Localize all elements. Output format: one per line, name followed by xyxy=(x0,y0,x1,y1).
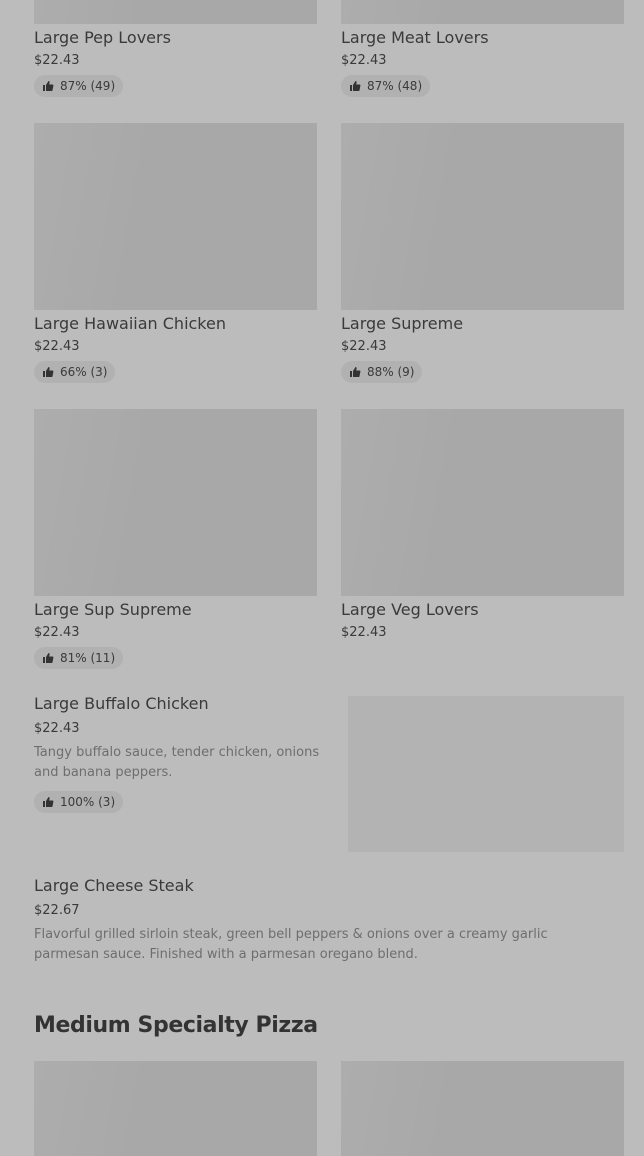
item-image xyxy=(341,1061,624,1156)
thumbs-up-icon xyxy=(43,653,54,663)
menu-item-large-buffalo-chicken[interactable]: Large Buffalo Chicken $22.43 Tangy buffa… xyxy=(34,694,624,854)
item-name: Large Veg Lovers xyxy=(341,600,479,619)
thumbs-up-icon xyxy=(43,367,54,377)
item-name: Large Buffalo Chicken xyxy=(34,694,209,713)
rating-badge: 87% (48) xyxy=(341,75,431,97)
item-name: Large Meat Lovers xyxy=(341,28,489,47)
item-price: $22.43 xyxy=(34,721,80,736)
item-image xyxy=(34,123,317,310)
item-price: $22.43 xyxy=(341,625,387,640)
item-description: Flavorful grilled sirloin steak, green b… xyxy=(34,927,548,962)
item-name: Large Hawaiian Chicken xyxy=(34,314,226,333)
thumbs-up-icon xyxy=(43,797,54,807)
thumbs-up-icon xyxy=(350,81,361,91)
rating-badge: 87% (49) xyxy=(34,75,124,97)
item-image xyxy=(341,409,624,596)
item-image xyxy=(348,696,624,852)
item-image xyxy=(34,409,317,596)
item-price: $22.43 xyxy=(341,53,387,68)
item-description: Tangy buffalo sauce, tender chicken, oni… xyxy=(34,745,320,780)
item-price: $22.43 xyxy=(34,53,80,68)
section-title-medium-specialty-pizza: Medium Specialty Pizza xyxy=(34,1013,318,1038)
menu-item-large-cheese-steak[interactable]: Large Cheese Steak $22.67 Flavorful gril… xyxy=(34,876,624,968)
item-image xyxy=(34,1061,317,1156)
rating-text: 66% (3) xyxy=(60,365,108,379)
rating-badge: 81% (11) xyxy=(34,647,124,669)
item-image xyxy=(341,0,624,24)
rating-text: 87% (49) xyxy=(60,79,116,93)
item-price: $22.43 xyxy=(34,339,80,354)
item-name: Large Pep Lovers xyxy=(34,28,171,47)
rating-badge: 100% (3) xyxy=(34,791,124,813)
rating-text: 81% (11) xyxy=(60,651,116,665)
item-name: Large Cheese Steak xyxy=(34,876,194,895)
thumbs-up-icon xyxy=(350,367,361,377)
item-name: Large Supreme xyxy=(341,314,464,333)
rating-text: 87% (48) xyxy=(367,79,423,93)
thumbs-up-icon xyxy=(43,81,54,91)
rating-text: 88% (9) xyxy=(367,365,415,379)
rating-badge: 88% (9) xyxy=(341,361,423,383)
item-name: Large Sup Supreme xyxy=(34,600,192,619)
item-price: $22.67 xyxy=(34,903,80,918)
item-image xyxy=(34,0,317,24)
rating-badge: 66% (3) xyxy=(34,361,116,383)
item-price: $22.43 xyxy=(34,625,80,640)
item-image xyxy=(341,123,624,310)
item-price: $22.43 xyxy=(341,339,387,354)
rating-text: 100% (3) xyxy=(60,795,116,809)
